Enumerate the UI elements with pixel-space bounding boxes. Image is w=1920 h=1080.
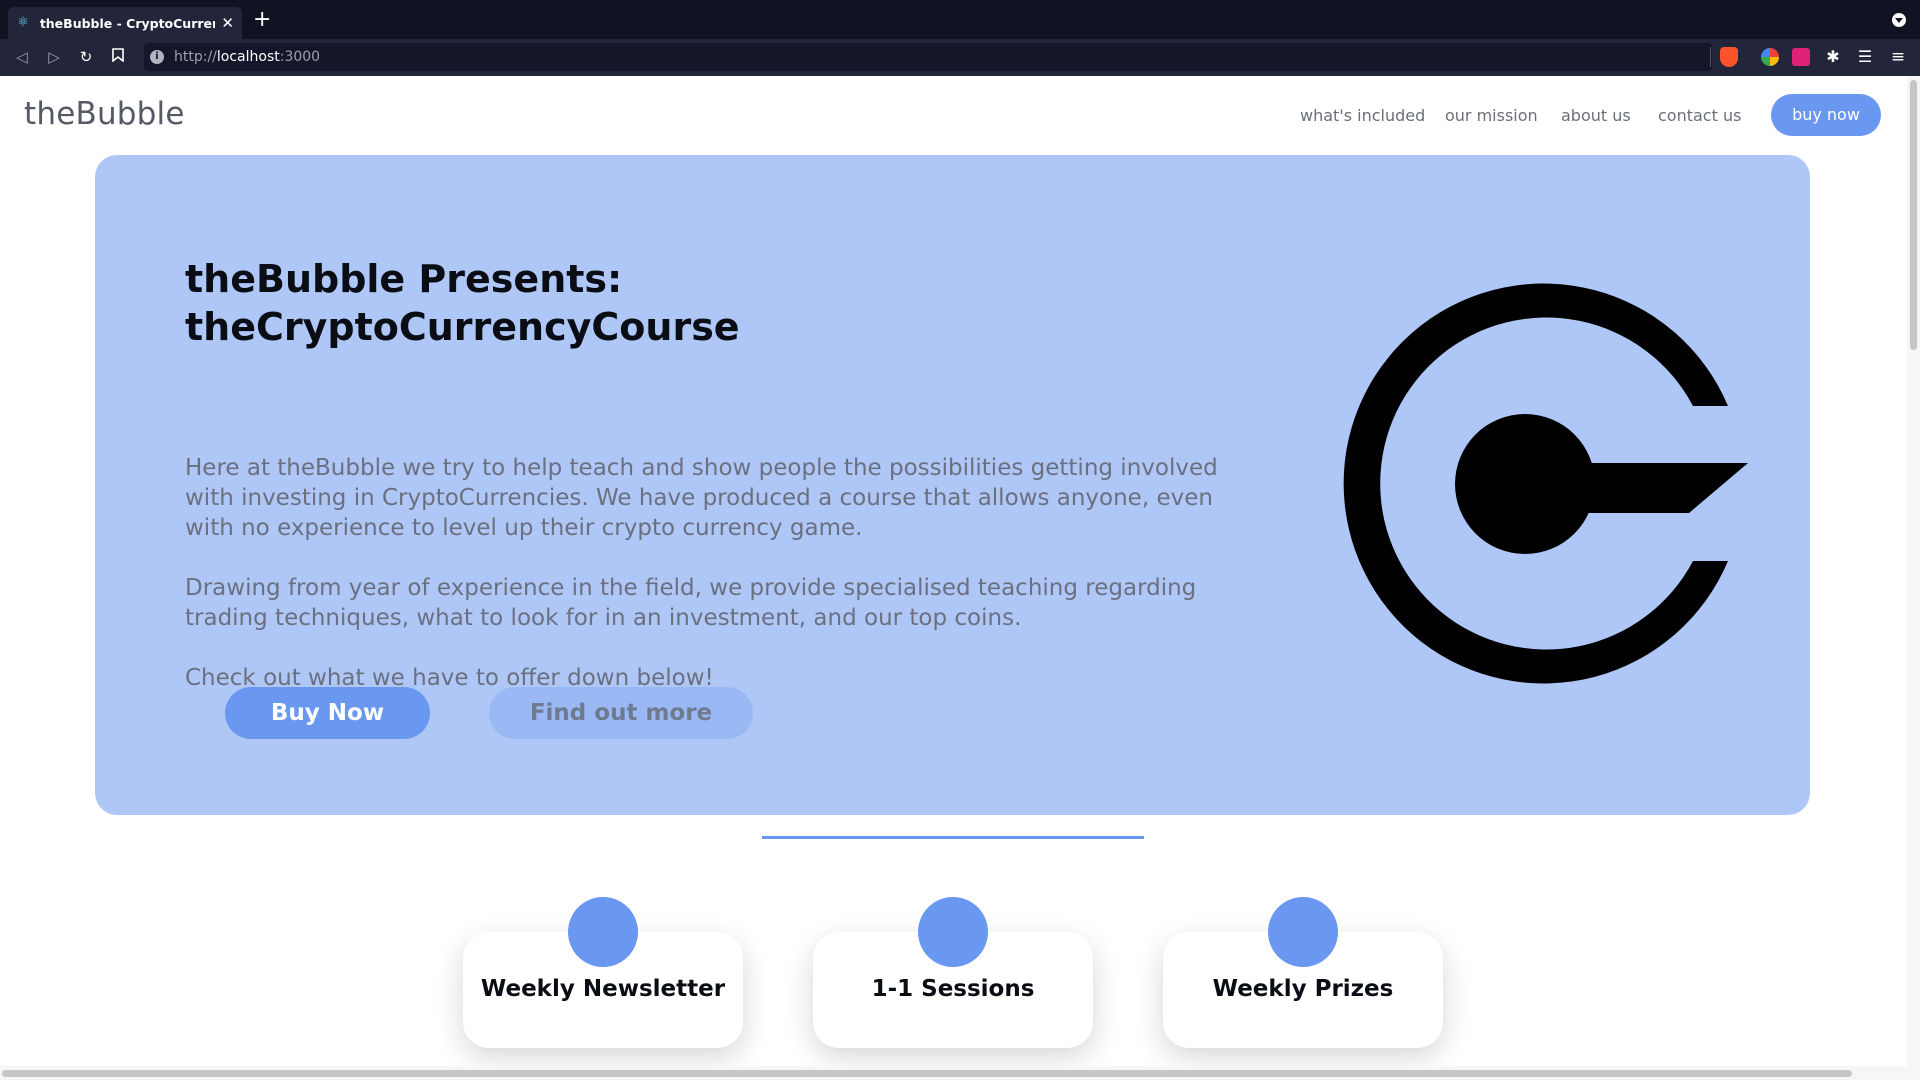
hero-paragraph: Here at theBubble we try to help teach a… [185, 455, 1218, 541]
forward-icon[interactable]: ▷ [44, 47, 64, 67]
url-port: :3000 [279, 49, 321, 65]
section-divider [762, 836, 1144, 839]
feature-label: 1-1 Sessions [871, 976, 1035, 1002]
site-logo[interactable]: theBubble [24, 96, 185, 132]
tab-menu-icon[interactable] [1892, 13, 1906, 27]
url-host: localhost [216, 49, 280, 65]
close-tab-icon[interactable]: ✕ [221, 14, 234, 32]
new-tab-button[interactable]: + [253, 9, 271, 31]
page-viewport: theBubble what's included our mission ab… [0, 76, 1920, 1080]
nav-our-mission[interactable]: our mission [1445, 106, 1538, 125]
nav-contact-us[interactable]: contact us [1658, 106, 1741, 125]
puzzle-icon[interactable]: ✱ [1824, 48, 1842, 66]
feature-label: Weekly Prizes [1212, 976, 1394, 1002]
info-icon[interactable]: i [150, 50, 164, 64]
feature-icon [1268, 897, 1338, 967]
vertical-scrollbar[interactable] [1907, 76, 1920, 1066]
vertical-scrollbar-thumb[interactable] [1910, 80, 1917, 350]
hero-title-line1: theBubble Presents: [185, 257, 623, 301]
find-out-more-button[interactable]: Find out more [489, 687, 753, 739]
feature-label: Weekly Newsletter [480, 976, 726, 1002]
reload-icon[interactable]: ↻ [76, 47, 96, 67]
feature-icon [568, 897, 638, 967]
browser-toolbar: ◁ ▷ ↻ i http://localhost:3000 ✱ ☰ ≡ [0, 39, 1920, 76]
feature-icon [918, 897, 988, 967]
browser-tab[interactable]: ⚛ theBubble - CryptoCurrency Course ✕ [8, 7, 242, 39]
buy-now-button[interactable]: Buy Now [225, 687, 430, 739]
menu-icon[interactable]: ≡ [1889, 48, 1907, 66]
browser-tab-bar: ⚛ theBubble - CryptoCurrency Course ✕ + [0, 0, 1920, 39]
crypto-coin-logo-icon [1343, 283, 1748, 684]
tab-title: theBubble - CryptoCurrency Course [39, 15, 216, 31]
address-bar[interactable]: i http://localhost:3000 [144, 43, 1712, 71]
bookmark-icon[interactable] [108, 47, 128, 67]
hero-title: theBubble Presents: theCryptoCurrencyCou… [185, 255, 1085, 351]
toolbar-divider [1710, 47, 1711, 67]
hero-section: theBubble Presents: theCryptoCurrencyCou… [95, 155, 1810, 815]
playlist-icon[interactable]: ☰ [1856, 48, 1874, 66]
header-buy-now-button[interactable]: buy now [1771, 94, 1881, 136]
horizontal-scrollbar[interactable] [0, 1066, 1920, 1080]
react-favicon-icon: ⚛ [17, 15, 29, 30]
extension-icon[interactable] [1792, 48, 1810, 66]
url-text: http://localhost:3000 [174, 49, 320, 65]
nav-about-us[interactable]: about us [1561, 106, 1631, 125]
url-scheme: http:// [174, 49, 217, 65]
horizontal-scrollbar-thumb[interactable] [2, 1070, 1852, 1077]
nav-whats-included[interactable]: what's included [1300, 106, 1425, 125]
hero-paragraph: Drawing from year of experience in the f… [185, 575, 1197, 631]
back-icon[interactable]: ◁ [12, 47, 32, 67]
brave-shield-icon[interactable] [1720, 47, 1738, 67]
extension-icon[interactable] [1761, 48, 1779, 66]
hero-title-line2: theCryptoCurrencyCourse [185, 305, 740, 349]
